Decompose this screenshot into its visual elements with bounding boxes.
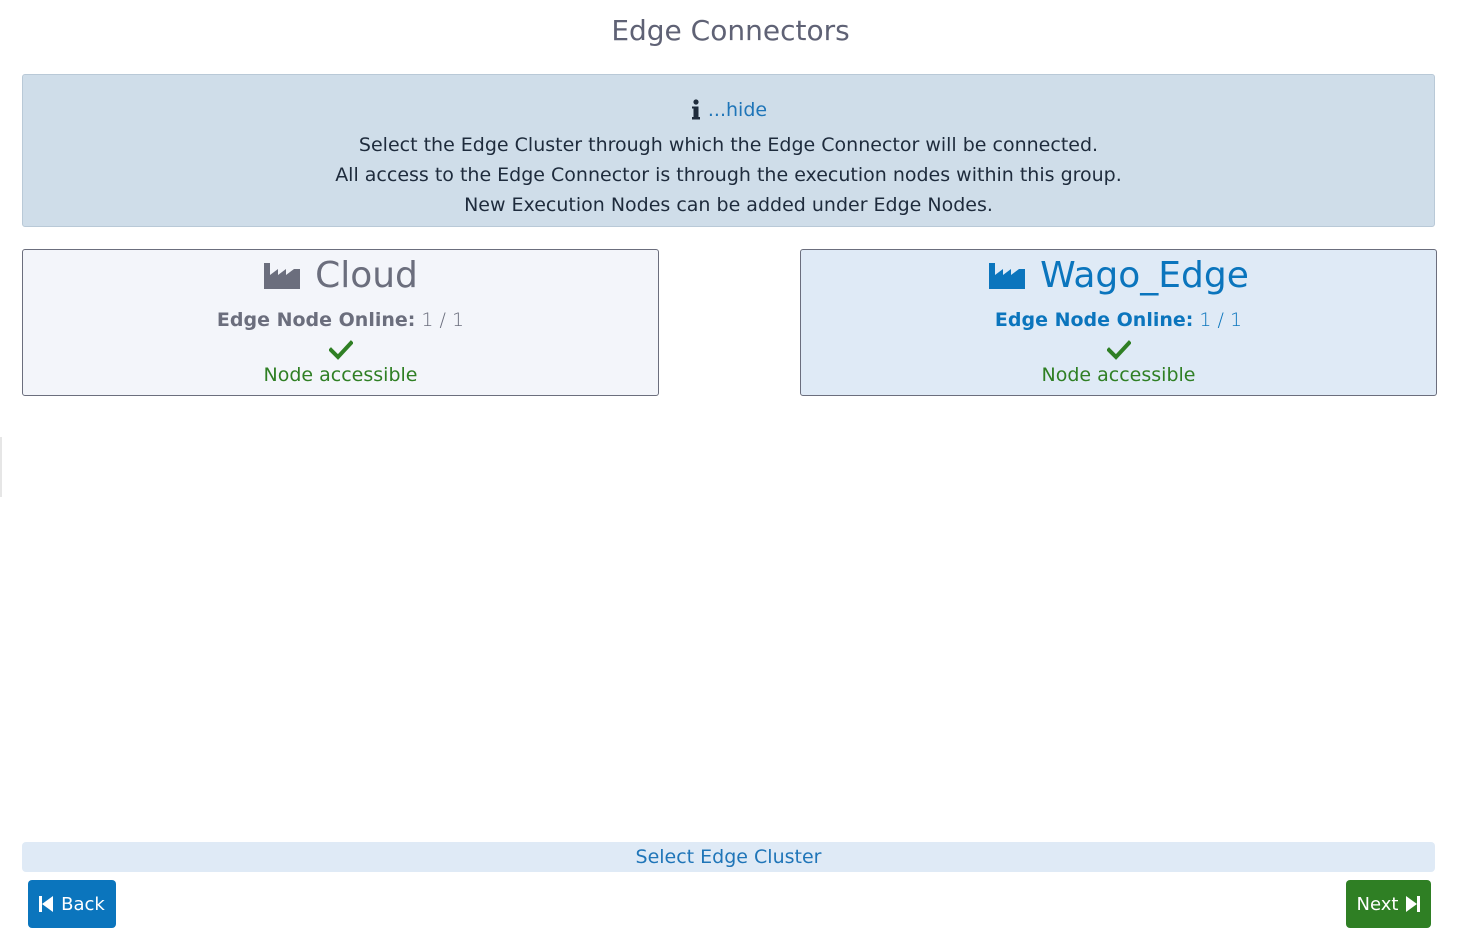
info-line-3: New Execution Nodes can be added under E… (464, 194, 993, 216)
online-info: Edge Node Online: 1 / 1 (801, 308, 1436, 332)
info-hide-label: ...hide (707, 99, 768, 121)
online-label: Edge Node Online: (216, 309, 416, 331)
info-icon (691, 99, 700, 120)
check-icon (328, 340, 353, 360)
page-title: Edge Connectors (611, 14, 850, 47)
cluster-card-wago-edge[interactable]: Wago_Edge Edge Node Online: 1 / 1 Node a… (800, 249, 1437, 396)
step-indicator: Select Edge Cluster (22, 842, 1435, 872)
info-line-2: All access to the Edge Connector is thro… (335, 164, 1122, 186)
info-hide-toggle[interactable]: ...hide (690, 95, 767, 125)
skip-back-icon (39, 896, 54, 912)
cluster-name: Wago_Edge (1040, 255, 1249, 296)
online-label: Edge Node Online: (994, 309, 1194, 331)
side-panel-edge (0, 437, 2, 497)
back-button[interactable]: Back (28, 880, 116, 928)
node-status: Node accessible (263, 364, 418, 386)
back-label: Back (61, 893, 105, 915)
page: Edge Connectors ...hide Select the Edge … (0, 0, 1461, 938)
cluster-name: Cloud (315, 255, 418, 296)
node-status: Node accessible (1041, 364, 1196, 386)
online-count: 1 / 1 (1199, 309, 1243, 331)
next-button[interactable]: Next (1346, 880, 1431, 928)
online-info: Edge Node Online: 1 / 1 (23, 308, 658, 332)
factory-icon (264, 263, 301, 289)
info-line-1: Select the Edge Cluster through which th… (358, 134, 1099, 156)
info-box: ...hide Select the Edge Cluster through … (22, 74, 1435, 227)
check-icon (1106, 340, 1131, 360)
skip-forward-icon (1406, 896, 1421, 912)
factory-icon (989, 263, 1026, 289)
online-count: 1 / 1 (421, 309, 465, 331)
next-label: Next (1356, 893, 1399, 915)
cluster-card-cloud[interactable]: Cloud Edge Node Online: 1 / 1 Node acces… (22, 249, 659, 396)
